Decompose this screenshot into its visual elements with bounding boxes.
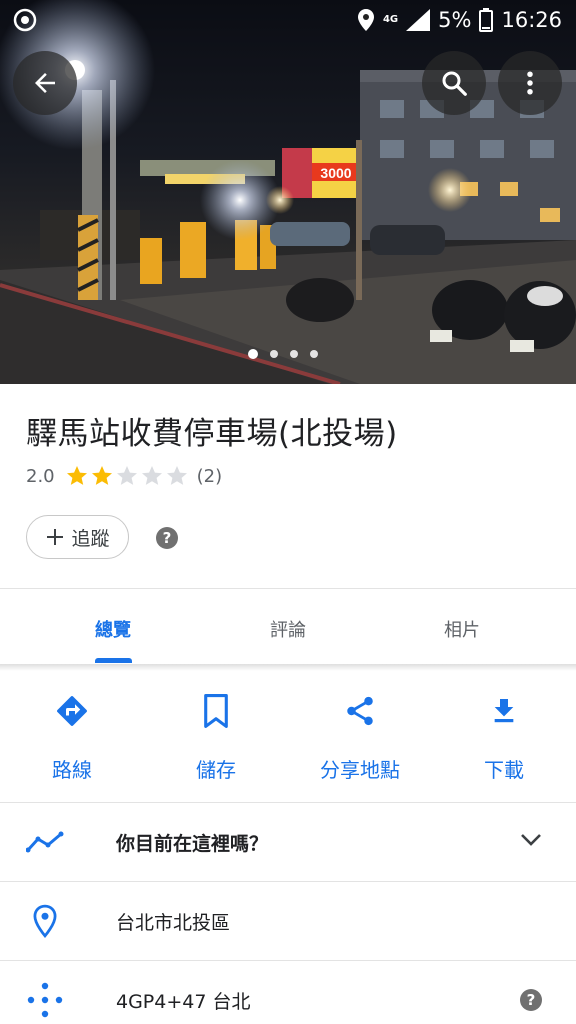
download-button[interactable]: 下載 [432, 690, 576, 783]
share-button[interactable]: 分享地點 [288, 690, 432, 783]
pager-dot[interactable] [270, 350, 278, 358]
place-photo[interactable]: 3000 4G 5% 16:26 [0, 0, 576, 384]
plus-code-text: 4GP4+47 台北 [116, 990, 251, 1013]
battery-percent: 5% [438, 8, 472, 32]
rating-stars [65, 464, 189, 488]
plus-icon [47, 529, 64, 545]
review-count: (2) [196, 465, 223, 487]
search-button[interactable] [422, 51, 486, 115]
photo-pager-dots[interactable] [248, 349, 318, 359]
follow-label: 追蹤 [71, 527, 110, 550]
arrow-back-icon [35, 73, 55, 93]
tab-shadow [0, 664, 576, 671]
directions-icon [57, 696, 87, 726]
signal-icon [406, 9, 431, 31]
plus-code-row[interactable]: 4GP4+47 台北 ? [0, 961, 576, 1024]
sign-price-text: 3000 [320, 165, 351, 181]
address-text: 台北市北投區 [116, 911, 231, 934]
status-bar: 4G 5% 16:26 [0, 0, 576, 40]
star-filled-icon [91, 466, 112, 485]
more-options-button[interactable] [498, 51, 562, 115]
directions-label: 路線 [52, 758, 92, 782]
star-empty-icon [116, 466, 137, 485]
star-empty-icon [141, 466, 162, 485]
star-filled-icon [66, 466, 87, 485]
bookmark-icon [204, 694, 228, 728]
tab-overview[interactable]: 總覽 [53, 616, 173, 642]
help-icon[interactable]: ? [520, 989, 542, 1011]
parking-lot-night-photo: 3000 [0, 0, 576, 384]
download-icon [494, 699, 514, 723]
pager-dot[interactable] [248, 349, 258, 359]
here-prompt-text: 你目前在這裡嗎？ [116, 832, 269, 855]
sync-icon [13, 8, 37, 32]
share-icon [347, 696, 373, 726]
here-prompt-row[interactable]: 你目前在這裡嗎？ [0, 803, 576, 881]
chevron-down-icon[interactable] [520, 833, 542, 847]
tab-photos[interactable]: 相片 [402, 616, 522, 642]
network-type: 4G [382, 14, 399, 25]
search-icon [442, 71, 467, 96]
active-tab-indicator [95, 658, 132, 663]
rating-row[interactable]: 2.0 (2) [26, 462, 222, 490]
save-button[interactable]: 儲存 [144, 690, 288, 783]
star-empty-icon [166, 466, 187, 485]
help-icon[interactable]: ? [156, 527, 178, 549]
clock: 16:26 [501, 8, 562, 32]
location-status-icon [357, 9, 374, 31]
location-pin-icon [33, 904, 57, 938]
download-label: 下載 [484, 758, 524, 782]
back-button[interactable] [13, 51, 77, 115]
tab-reviews[interactable]: 評論 [228, 616, 348, 642]
share-label: 分享地點 [320, 758, 400, 782]
tab-bar: 總覽 評論 相片 [0, 589, 576, 665]
plus-code-icon [27, 982, 63, 1018]
more-vert-icon [527, 71, 533, 95]
pager-dot[interactable] [310, 350, 318, 358]
directions-button[interactable]: 路線 [0, 690, 144, 783]
pager-dot[interactable] [290, 350, 298, 358]
save-label: 儲存 [196, 758, 236, 782]
rating-value: 2.0 [26, 465, 55, 487]
address-row[interactable]: 台北市北投區 [0, 882, 576, 960]
place-title: 驛馬站收費停車場(北投場) [26, 416, 398, 452]
trending-icon [26, 831, 64, 853]
battery-icon [479, 8, 494, 32]
follow-button[interactable]: 追蹤 [26, 515, 129, 559]
